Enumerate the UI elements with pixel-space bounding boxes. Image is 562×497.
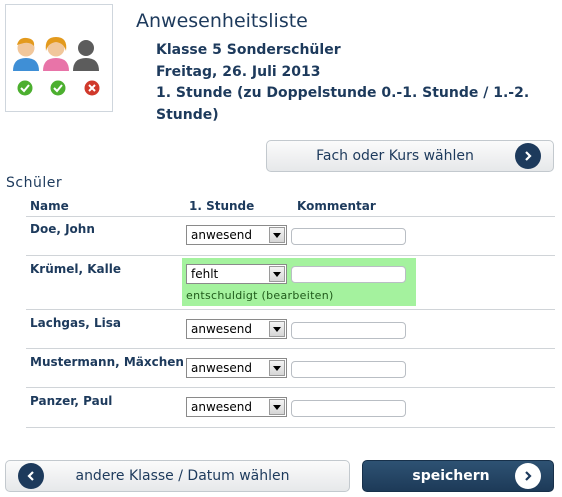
column-header-name: Name bbox=[30, 199, 69, 213]
chevron-left-icon bbox=[18, 463, 44, 489]
checkmark-icon bbox=[50, 80, 66, 96]
student-name: Krümel, Kalle bbox=[30, 262, 122, 276]
save-label: speichern bbox=[412, 468, 490, 484]
comment-input[interactable] bbox=[291, 228, 406, 245]
people-illustration bbox=[13, 37, 100, 96]
students-section-label: Schüler bbox=[6, 175, 63, 191]
student-name: Lachgas, Lisa bbox=[30, 316, 121, 330]
attendance-select-value: anwesend bbox=[191, 228, 253, 242]
column-header-comment: Kommentar bbox=[297, 199, 376, 213]
page-title: Anwesenheitsliste bbox=[136, 10, 308, 32]
lesson-period: 1. Stunde (zu Doppelstunde 0.-1. Stunde … bbox=[156, 85, 530, 123]
attendance-select[interactable]: anwesend bbox=[186, 358, 287, 378]
chevron-right-icon bbox=[515, 143, 541, 169]
attendance-logo bbox=[5, 4, 113, 112]
comment-input[interactable] bbox=[291, 361, 406, 378]
comment-input[interactable] bbox=[291, 266, 406, 283]
student-name: Panzer, Paul bbox=[30, 394, 113, 408]
student-name: Doe, John bbox=[30, 222, 95, 236]
dropdown-arrow-icon bbox=[269, 321, 285, 337]
column-header-lesson: 1. Stunde bbox=[189, 199, 255, 213]
attendance-select-value: fehlt bbox=[191, 267, 219, 281]
class-name: Klasse 5 Sonderschüler bbox=[156, 42, 341, 58]
divider bbox=[26, 427, 555, 428]
dropdown-arrow-icon bbox=[269, 399, 285, 415]
save-button[interactable]: speichern bbox=[362, 460, 554, 492]
choose-subject-label: Fach oder Kurs wählen bbox=[316, 148, 474, 164]
attendance-select[interactable]: anwesend bbox=[186, 397, 287, 417]
divider bbox=[26, 387, 555, 388]
divider bbox=[26, 309, 555, 310]
divider bbox=[26, 216, 555, 217]
cross-icon bbox=[84, 80, 100, 96]
attendance-select[interactable]: anwesend bbox=[186, 225, 287, 245]
attendance-select-value: anwesend bbox=[191, 322, 253, 336]
lesson-date: Freitag, 26. Juli 2013 bbox=[156, 63, 321, 80]
attendance-select-value: anwesend bbox=[191, 361, 253, 375]
other-class-date-label: andere Klasse / Datum wählen bbox=[75, 468, 290, 484]
excused-edit-link[interactable]: entschuldigt (bearbeiten) bbox=[186, 289, 334, 302]
comment-input[interactable] bbox=[291, 400, 406, 417]
attendance-select[interactable]: anwesend bbox=[186, 319, 287, 339]
other-class-date-button[interactable]: andere Klasse / Datum wählen bbox=[5, 460, 350, 492]
divider bbox=[26, 348, 555, 349]
attendance-select-value: anwesend bbox=[191, 400, 253, 414]
checkmark-icon bbox=[17, 80, 33, 96]
lesson-info: Klasse 5 Sonderschüler Freitag, 26. Juli… bbox=[156, 40, 546, 126]
student-name: Mustermann, Mäxchen bbox=[30, 355, 184, 369]
chevron-right-icon bbox=[515, 463, 541, 489]
choose-subject-button[interactable]: Fach oder Kurs wählen bbox=[266, 140, 554, 172]
dropdown-arrow-icon bbox=[269, 227, 285, 243]
dropdown-arrow-icon bbox=[269, 266, 285, 282]
attendance-select[interactable]: fehlt bbox=[186, 264, 287, 284]
dropdown-arrow-icon bbox=[269, 360, 285, 376]
divider bbox=[26, 255, 555, 256]
comment-input[interactable] bbox=[291, 322, 406, 339]
